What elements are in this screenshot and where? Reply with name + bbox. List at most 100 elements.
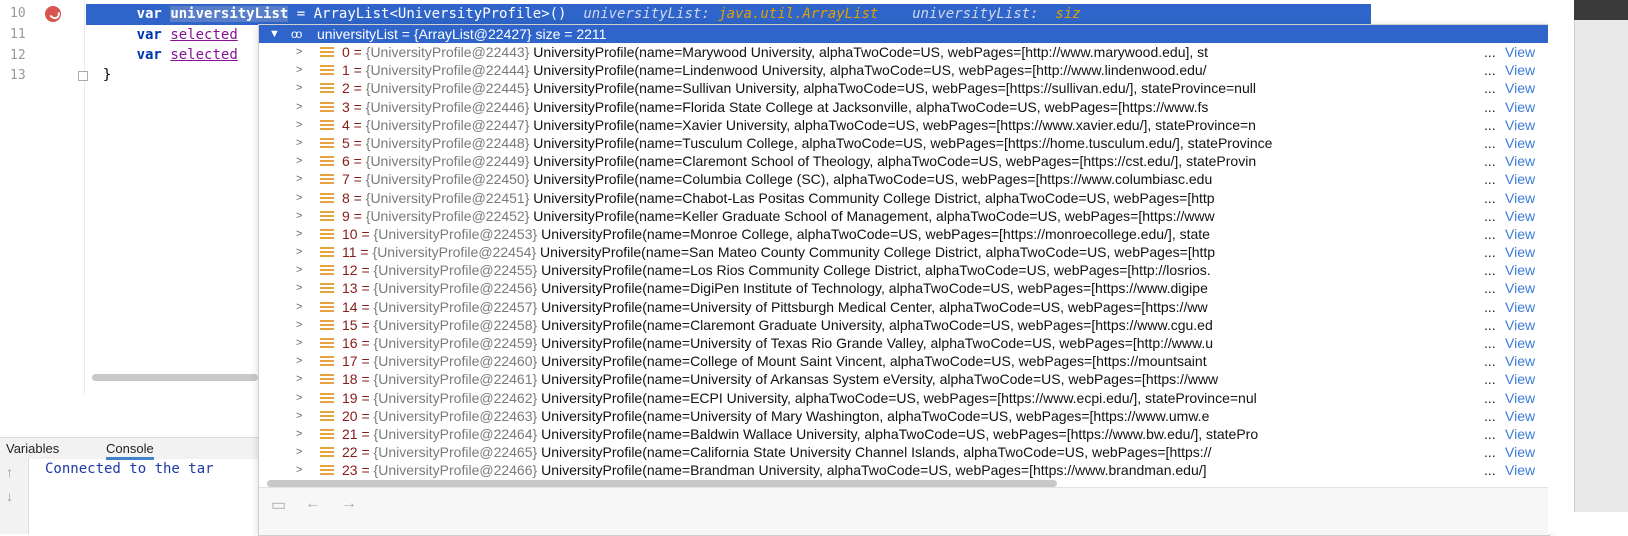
view-link[interactable]: View [1505,352,1535,370]
view-link[interactable]: View [1505,207,1535,225]
debugger-value-popup[interactable]: ▼ oo universityList = {ArrayList@22427} … [258,24,1550,536]
tree-row[interactable]: >7 = {UniversityProfile@22450} Universit… [259,170,1549,189]
view-link[interactable]: View [1505,152,1535,170]
view-link[interactable]: View [1505,298,1535,316]
editor-gutter[interactable]: 10 11 12 13 [0,0,88,395]
expand-arrow-icon[interactable]: > [296,298,302,316]
variable-name[interactable]: selected [170,47,237,63]
expand-arrow-icon[interactable]: > [296,61,302,79]
view-link[interactable]: View [1505,407,1535,425]
inline-hint-label: universityList: [912,6,1039,22]
view-link[interactable]: View [1505,225,1535,243]
variable-name[interactable]: universityList [170,6,289,22]
view-link[interactable]: View [1505,370,1535,388]
view-link[interactable]: View [1505,43,1535,61]
expand-arrow-icon[interactable]: > [296,389,302,407]
view-link[interactable]: View [1505,61,1535,79]
value-tree[interactable]: >0 = {UniversityProfile@22443} Universit… [259,43,1549,485]
tree-row[interactable]: >4 = {UniversityProfile@22447} Universit… [259,115,1549,134]
view-link[interactable]: View [1505,170,1535,188]
expand-arrow-icon[interactable]: > [296,225,302,243]
scroll-up-icon[interactable]: ↑ [6,464,13,480]
code-line[interactable]: } [86,65,111,86]
tree-row[interactable]: >17 = {UniversityProfile@22460} Universi… [259,352,1549,371]
view-link[interactable]: View [1505,279,1535,297]
expand-arrow-icon[interactable]: > [296,152,302,170]
expand-arrow-icon[interactable]: > [296,170,302,188]
view-link[interactable]: View [1505,261,1535,279]
tree-row[interactable]: >14 = {UniversityProfile@22457} Universi… [259,297,1549,316]
view-link[interactable]: View [1505,98,1535,116]
scroll-down-icon[interactable]: ↓ [6,488,13,504]
tree-row[interactable]: >22 = {UniversityProfile@22465} Universi… [259,443,1549,462]
expand-arrow-icon[interactable]: > [296,207,302,225]
tree-row[interactable]: >5 = {UniversityProfile@22448} Universit… [259,133,1549,152]
variable-name[interactable]: selected [170,27,237,43]
tree-row[interactable]: >2 = {UniversityProfile@22445} Universit… [259,79,1549,98]
tree-row[interactable]: >13 = {UniversityProfile@22456} Universi… [259,279,1549,298]
tree-row[interactable]: >11 = {UniversityProfile@22454} Universi… [259,243,1549,262]
tree-row[interactable]: >15 = {UniversityProfile@22458} Universi… [259,315,1549,334]
tree-row[interactable]: >18 = {UniversityProfile@22461} Universi… [259,370,1549,389]
expand-arrow-icon[interactable]: > [296,189,302,207]
expand-arrow-icon[interactable]: > [296,134,302,152]
expand-arrow-icon[interactable]: > [296,98,302,116]
expand-arrow-icon[interactable]: > [296,443,302,461]
view-link[interactable]: View [1505,79,1535,97]
code-line[interactable]: var selected [86,25,238,46]
tree-row[interactable]: >16 = {UniversityProfile@22459} Universi… [259,334,1549,352]
expand-arrow-icon[interactable]: > [296,43,302,61]
row-fade [1449,43,1485,61]
view-link[interactable]: View [1505,116,1535,134]
tree-row[interactable]: >19 = {UniversityProfile@22462} Universi… [259,388,1549,407]
view-link[interactable]: View [1505,443,1535,461]
expand-arrow-icon[interactable]: > [296,316,302,334]
forward-arrow-icon[interactable]: → [341,495,357,513]
tree-row[interactable]: >10 = {UniversityProfile@22453} Universi… [259,224,1549,243]
tree-row[interactable]: >23 = {UniversityProfile@22466} Universi… [259,461,1549,480]
tree-row[interactable]: >12 = {UniversityProfile@22455} Universi… [259,261,1549,280]
expand-arrow-icon[interactable]: > [296,334,302,352]
popup-horizontal-scrollbar[interactable] [267,480,1057,487]
view-link[interactable]: View [1505,189,1535,207]
tree-row[interactable]: >20 = {UniversityProfile@22463} Universi… [259,406,1549,425]
back-arrow-icon[interactable]: ← [305,495,321,513]
code-line[interactable]: var selected [86,45,238,66]
tree-row[interactable]: >8 = {UniversityProfile@22451} Universit… [259,188,1549,207]
view-link[interactable]: View [1505,461,1535,479]
expand-arrow-icon[interactable]: > [296,279,302,297]
expand-arrow-icon[interactable]: > [296,407,302,425]
tree-row[interactable]: >1 = {UniversityProfile@22444} Universit… [259,61,1549,80]
view-link[interactable]: View [1505,134,1535,152]
row-content: 6 = {UniversityProfile@22449} University… [342,153,1257,170]
code-line-current[interactable]: var universityList = ArrayList<Universit… [86,4,1371,25]
expand-arrow-icon[interactable]: > [296,425,302,443]
tree-row[interactable]: >21 = {UniversityProfile@22464} Universi… [259,424,1549,443]
view-link[interactable]: View [1505,243,1535,261]
tree-row[interactable]: >0 = {UniversityProfile@22443} Universit… [259,43,1549,61]
collapse-arrow-icon[interactable]: ▼ [269,25,280,43]
row-ellipsis: ... [1484,389,1496,406]
tree-row[interactable]: >6 = {UniversityProfile@22449} Universit… [259,152,1549,171]
expand-arrow-icon[interactable]: > [296,79,302,97]
row-value: UniversityProfile(name=San Mateo County … [540,244,1216,261]
view-link[interactable]: View [1505,389,1535,407]
expand-arrow-icon[interactable]: > [296,261,302,279]
view-link[interactable]: View [1505,334,1535,352]
expand-arrow-icon[interactable]: > [296,461,302,479]
expand-arrow-icon[interactable]: > [296,352,302,370]
view-link[interactable]: View [1505,425,1535,443]
expand-arrow-icon[interactable]: > [296,116,302,134]
view-link[interactable]: View [1505,316,1535,334]
editor-horizontal-scrollbar[interactable] [92,374,258,381]
tab-console[interactable]: Console [106,441,154,460]
breakpoint-icon[interactable] [45,6,61,22]
expand-arrow-icon[interactable]: > [296,370,302,388]
expand-arrow-icon[interactable]: > [296,243,302,261]
tab-variables[interactable]: Variables [6,441,59,456]
row-ellipsis: ... [1484,298,1496,315]
popup-header[interactable]: ▼ oo universityList = {ArrayList@22427} … [259,25,1549,43]
restore-icon[interactable]: ▭ [271,495,286,515]
tree-row[interactable]: >9 = {UniversityProfile@22452} Universit… [259,206,1549,225]
tree-row[interactable]: >3 = {UniversityProfile@22446} Universit… [259,97,1549,116]
